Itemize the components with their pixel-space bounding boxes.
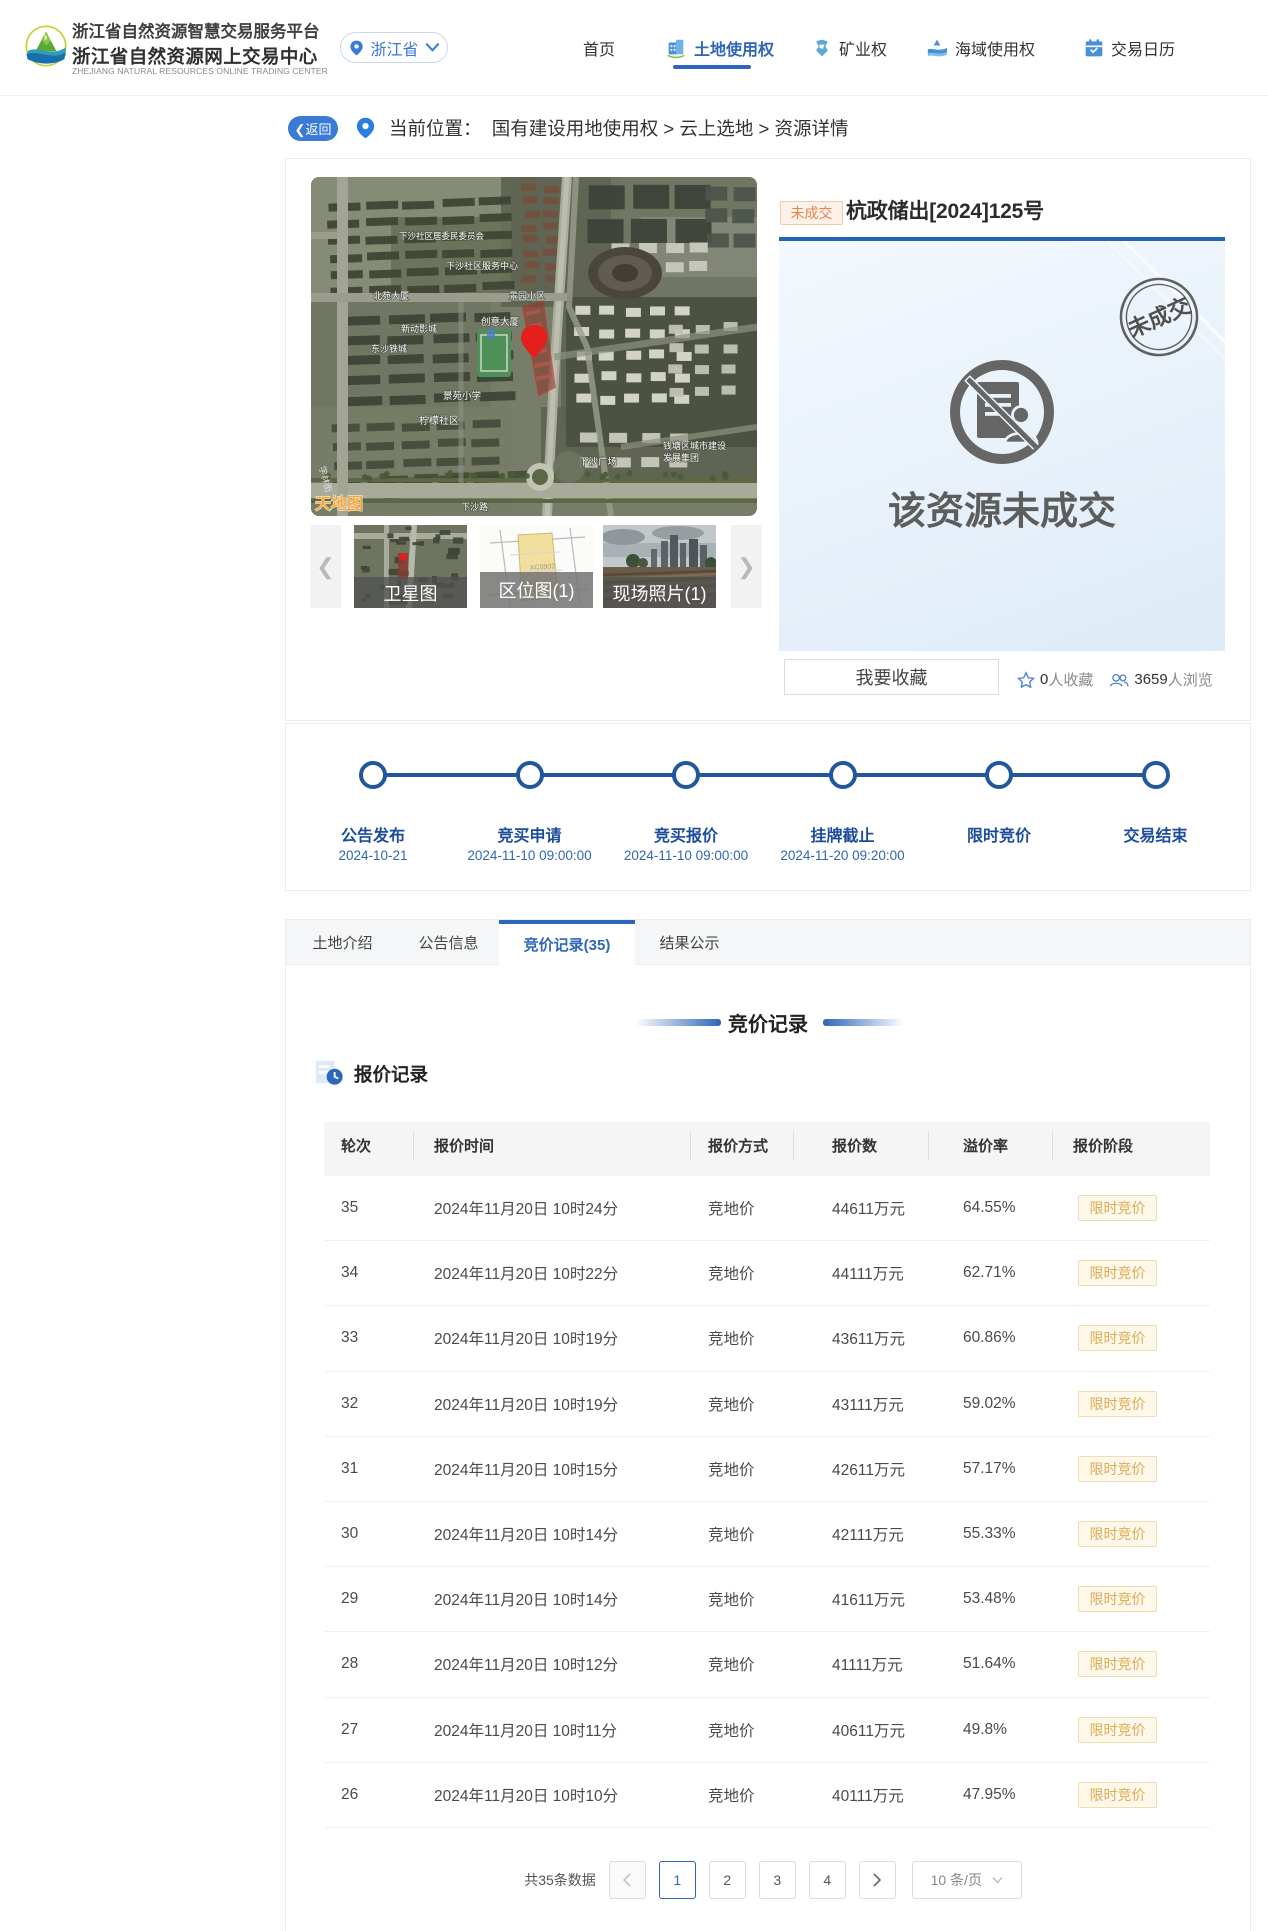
svg-text:下沙社区居委民委员会: 下沙社区居委民委员会 <box>399 231 485 241</box>
svg-text:下沙社区服务中心: 下沙社区服务中心 <box>446 260 518 271</box>
svg-text:下沙广场: 下沙广场 <box>579 456 617 468</box>
svg-text:下沙路: 下沙路 <box>461 501 488 512</box>
svg-text:天地图: 天地图 <box>315 494 363 513</box>
svg-text:创意大厦: 创意大厦 <box>481 316 520 328</box>
svg-text:景园小区: 景园小区 <box>509 291 545 301</box>
svg-text:钱塘区城市建设: 钱塘区城市建设 <box>663 440 726 451</box>
svg-text:发展集团: 发展集团 <box>663 452 699 463</box>
svg-text:北苑大厦: 北苑大厦 <box>373 290 409 301</box>
svg-text:柠檬社区: 柠檬社区 <box>419 414 459 427</box>
svg-text:东沙铁城: 东沙铁城 <box>371 343 407 354</box>
svg-text:未成交: 未成交 <box>1124 293 1194 343</box>
svg-text:景苑小学: 景苑小学 <box>443 390 481 402</box>
svg-text:新动影城: 新动影城 <box>401 323 437 334</box>
